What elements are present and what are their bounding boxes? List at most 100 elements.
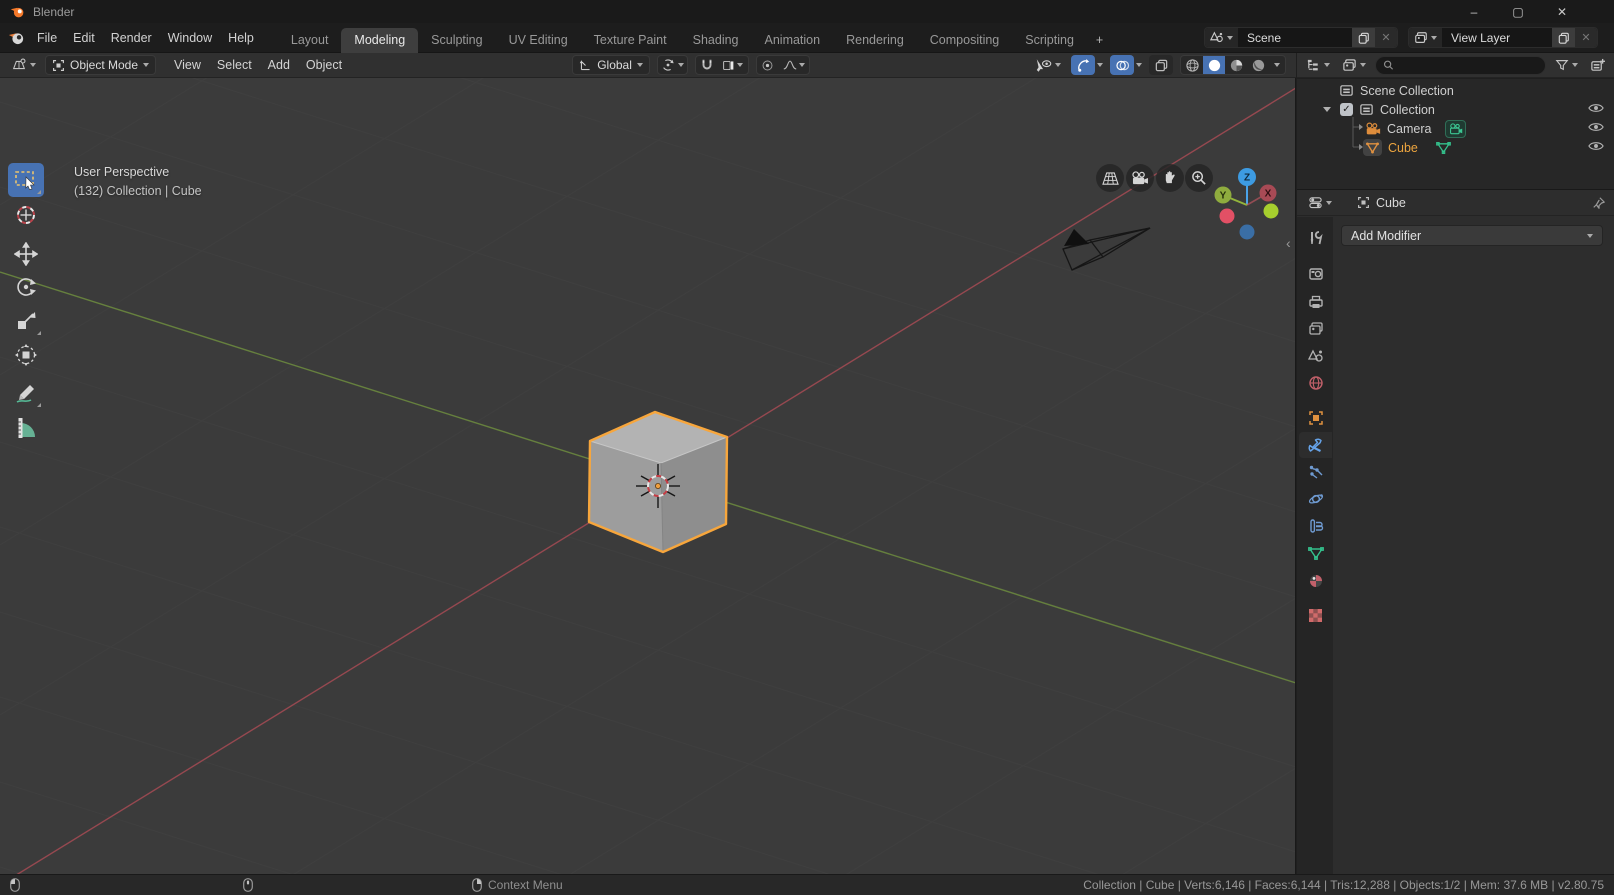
tab-constraints[interactable] [1299,513,1332,539]
tab-uv-editing[interactable]: UV Editing [496,28,581,53]
zoom-view-button[interactable] [1185,164,1213,192]
scene-unlink-button[interactable]: ✕ [1375,28,1397,47]
tab-shading[interactable]: Shading [680,28,752,53]
gizmo-axis-x-neg[interactable] [1220,209,1235,224]
tool-cursor[interactable] [8,198,44,232]
shading-dropdown[interactable] [1269,56,1285,74]
tab-view-layer[interactable] [1299,316,1332,342]
overlays-toggle[interactable] [1110,55,1134,75]
tab-material[interactable] [1299,568,1332,594]
object-visibility-dropdown[interactable] [1032,55,1064,75]
menu-object[interactable]: Object [298,58,350,72]
tool-scale[interactable] [8,304,44,338]
scene-new-button[interactable] [1351,28,1375,47]
shading-solid-button[interactable] [1203,56,1225,74]
pivot-point-dropdown[interactable] [657,55,688,75]
gizmo-axis-z-neg[interactable] [1240,225,1255,240]
collection-checkbox[interactable]: ✓ [1340,103,1353,116]
outliner-display-mode-selector[interactable] [1339,55,1369,75]
outliner-search-input[interactable] [1399,58,1538,72]
gizmo-axis-y-neg[interactable] [1264,204,1279,219]
tab-layout[interactable]: Layout [278,28,342,53]
eye-icon[interactable] [1588,121,1604,136]
tab-modifiers[interactable] [1299,432,1332,458]
menu-view[interactable]: View [166,58,209,72]
overlays-dropdown[interactable] [1136,63,1142,67]
scene-browse-button[interactable] [1205,28,1239,47]
tool-measure[interactable] [8,411,44,445]
tab-compositing[interactable]: Compositing [917,28,1012,53]
tool-move[interactable] [8,237,44,271]
snap-target-dropdown[interactable] [718,56,748,74]
new-collection-button[interactable] [1587,55,1608,75]
eye-icon[interactable] [1588,140,1604,155]
shading-wireframe-button[interactable] [1181,56,1203,74]
mode-dropdown[interactable]: Object Mode [45,55,156,75]
pan-view-button[interactable] [1156,164,1184,192]
tab-particles[interactable] [1299,459,1332,485]
add-workspace-button[interactable]: + [1087,28,1112,53]
disclosure-triangle-icon[interactable] [1323,107,1331,112]
minimize-button[interactable]: – [1465,5,1483,19]
tool-select-box[interactable] [8,163,44,197]
camera-view-button[interactable] [1126,164,1154,192]
view-layer-remove-button[interactable]: ✕ [1575,28,1597,47]
outliner-row-scene-collection[interactable]: Scene Collection [1297,81,1614,100]
menu-render[interactable]: Render [103,24,160,52]
outliner-editor-type-selector[interactable] [1303,55,1333,75]
tab-rendering[interactable]: Rendering [833,28,917,53]
view-layer-browse-button[interactable] [1409,28,1443,47]
eye-icon[interactable] [1588,102,1604,117]
gizmos-dropdown[interactable] [1097,63,1103,67]
xray-toggle[interactable] [1149,55,1173,75]
view-layer-new-button[interactable] [1551,28,1575,47]
tab-object-data[interactable] [1299,540,1332,566]
sidebar-collapse-arrow[interactable]: ‹ [1286,235,1291,251]
properties-editor-type-selector[interactable] [1305,193,1335,213]
menu-select[interactable]: Select [209,58,260,72]
tool-rotate[interactable] [8,270,44,304]
tab-physics[interactable] [1299,486,1332,512]
tab-scene[interactable] [1299,343,1332,369]
navigation-gizmo[interactable]: Z Y X [1210,166,1286,242]
tool-annotate[interactable] [8,376,44,410]
tab-scripting[interactable]: Scripting [1012,28,1087,53]
menu-help[interactable]: Help [220,24,262,52]
tab-texture[interactable] [1299,602,1332,628]
tab-object[interactable] [1299,405,1332,431]
tab-render[interactable] [1299,261,1332,287]
add-modifier-dropdown[interactable]: Add Modifier [1341,225,1603,246]
transform-orientation-dropdown[interactable]: Global [572,55,650,75]
tool-transform[interactable] [8,338,44,372]
pin-icon[interactable] [1592,196,1606,210]
mesh-data-icon[interactable] [1436,141,1451,155]
outliner-search[interactable] [1375,56,1546,75]
outliner-row-camera[interactable]: Camera [1297,119,1614,138]
proportional-falloff-dropdown[interactable] [779,56,809,74]
viewport-3d[interactable]: User Perspective (132) Collection | Cube [0,78,1296,874]
blender-menu-icon[interactable] [8,29,25,46]
tab-animation[interactable]: Animation [752,28,834,53]
camera-object[interactable] [1063,228,1150,270]
tab-texture-paint[interactable]: Texture Paint [581,28,680,53]
outliner-filter-dropdown[interactable] [1552,55,1581,75]
gizmos-toggle[interactable] [1071,55,1095,75]
tab-output[interactable] [1299,289,1332,315]
menu-window[interactable]: Window [160,24,220,52]
shading-material-button[interactable] [1225,56,1247,74]
tab-world[interactable] [1299,370,1332,396]
view-layer-name-field[interactable]: View Layer [1443,31,1551,45]
shading-rendered-button[interactable] [1247,56,1269,74]
maximize-button[interactable]: ▢ [1509,5,1527,19]
outliner-row-cube[interactable]: Cube [1297,138,1614,157]
editor-type-selector[interactable] [8,55,39,75]
proportional-editing-toggle[interactable] [757,56,779,74]
menu-file[interactable]: File [29,24,65,52]
tab-modeling[interactable]: Modeling [341,28,418,53]
close-button[interactable]: ✕ [1553,5,1571,19]
snap-toggle[interactable] [696,56,718,74]
camera-data-icon[interactable] [1445,120,1466,138]
outliner-row-collection[interactable]: ✓ Collection [1297,100,1614,119]
scene-name-field[interactable]: Scene [1239,31,1351,45]
menu-add[interactable]: Add [260,58,298,72]
